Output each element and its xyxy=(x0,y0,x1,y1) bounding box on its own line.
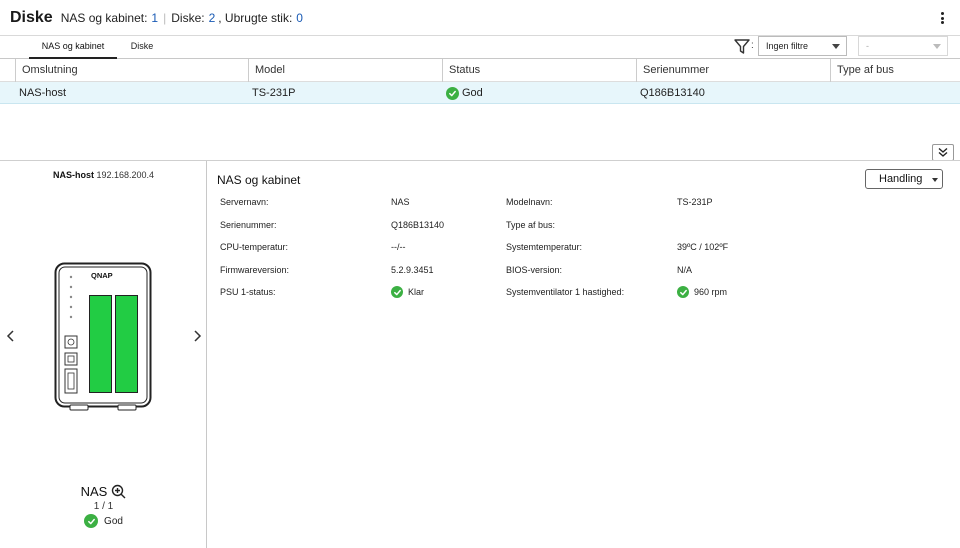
device-name: NAS xyxy=(80,484,108,499)
field-label-bus-type: Type af bus: xyxy=(506,220,556,230)
nas-count-value: 1 xyxy=(151,10,159,25)
host-name: NAS-host xyxy=(52,170,94,180)
tab-disks[interactable]: Diske xyxy=(121,36,163,59)
collapse-panel-button[interactable] xyxy=(932,144,954,161)
cell-model: TS-231P xyxy=(252,87,296,99)
cell-status-text: God xyxy=(462,87,483,99)
check-circle-icon xyxy=(677,286,689,298)
field-value-serial: Q186B13140 xyxy=(391,220,445,230)
fan-speed-text: 960 rpm xyxy=(694,287,728,297)
unused-slots-label: , Ubrugte stik: xyxy=(218,10,293,25)
check-circle-icon xyxy=(84,514,99,528)
host-label: NAS-host 192.168.200.4 xyxy=(0,170,207,180)
column-header-serial[interactable]: Serienummer xyxy=(636,59,830,82)
qnap-logo: QNAP xyxy=(91,271,113,280)
disks-count-value: 2 xyxy=(208,10,216,25)
drive-bay-1 xyxy=(89,295,112,393)
column-header-bus-type[interactable]: Type af bus xyxy=(830,59,960,82)
field-label-psu-status: PSU 1-status: xyxy=(220,287,276,297)
table-header: Omslutning Model Status Serienummer Type… xyxy=(0,59,960,82)
filter-select-value: Ingen filtre xyxy=(766,41,809,51)
zoom-in-icon[interactable] xyxy=(111,484,126,499)
chevron-left-icon[interactable] xyxy=(5,329,17,343)
field-value-psu-status: Klar xyxy=(391,286,424,298)
field-value-model-name: TS-231P xyxy=(677,197,713,207)
cell-serial: Q186B13140 xyxy=(640,87,705,99)
field-label-server-name: Servernavn: xyxy=(220,197,269,207)
field-value-firmware: 5.2.9.3451 xyxy=(391,265,434,275)
column-header-status[interactable]: Status xyxy=(442,59,636,82)
field-label-serial: Serienummer: xyxy=(220,220,277,230)
summary-counts: NAS og kabinet: 1 | Diske: 2 , Ubrugte s… xyxy=(61,11,303,25)
psu-status-text: Klar xyxy=(408,287,425,297)
device-name-row: NAS xyxy=(0,484,207,499)
field-value-fan-speed: 960 rpm xyxy=(677,286,727,298)
action-button[interactable]: Handling xyxy=(865,169,943,189)
host-ip: 192.168.200.4 xyxy=(96,170,155,180)
column-header-model[interactable]: Model xyxy=(248,59,442,82)
table-row[interactable]: NAS-host TS-231P God Q186B13140 xyxy=(0,82,960,104)
field-label-cpu-temp: CPU-temperatur: xyxy=(220,242,289,252)
filter-select[interactable]: Ingen filtre xyxy=(758,36,847,56)
field-label-system-temp: Systemtemperatur: xyxy=(506,242,583,252)
field-label-fan-speed: Systemventilator 1 hastighed: xyxy=(506,287,625,297)
cell-status: God xyxy=(442,82,483,104)
action-button-label: Handling xyxy=(879,173,923,185)
check-circle-icon xyxy=(446,86,459,100)
double-chevron-down-icon xyxy=(938,147,948,157)
check-circle-icon xyxy=(391,286,403,298)
nas-count-label: NAS og kabinet: xyxy=(60,10,148,25)
field-label-firmware: Firmwareversion: xyxy=(220,265,290,275)
field-value-cpu-temp: --/-- xyxy=(391,242,406,252)
drive-bay-2 xyxy=(115,295,138,393)
chevron-down-icon xyxy=(933,44,941,49)
secondary-filter-select[interactable]: - xyxy=(858,36,948,56)
chevron-right-icon[interactable] xyxy=(191,329,203,343)
secondary-filter-value: - xyxy=(866,41,869,51)
nas-device-image[interactable]: QNAP xyxy=(54,262,152,412)
unused-slots-value: 0 xyxy=(296,10,303,25)
page-header: Diske NAS og kabinet: 1 | Diske: 2 , Ubr… xyxy=(0,0,960,36)
tab-nas-enclosure[interactable]: NAS og kabinet xyxy=(29,36,117,59)
device-preview-panel: NAS-host 192.168.200.4 QNAP NAS 1 / 1 Go… xyxy=(0,161,207,548)
field-label-model-name: Modelnavn: xyxy=(506,197,553,207)
separator: | xyxy=(163,10,167,25)
field-value-bios: N/A xyxy=(677,265,693,275)
device-status-text: God xyxy=(104,515,123,527)
column-header-enclosure[interactable]: Omslutning xyxy=(15,59,248,82)
device-pager: 1 / 1 xyxy=(93,501,114,512)
device-status: God xyxy=(0,514,207,528)
disks-count-label: Diske: xyxy=(171,10,205,25)
field-label-bios: BIOS-version: xyxy=(506,265,563,275)
filter-colon: : xyxy=(751,40,754,51)
field-value-server-name: NAS xyxy=(391,197,410,207)
caret-down-icon xyxy=(932,178,938,182)
more-menu-icon[interactable] xyxy=(936,10,948,26)
field-value-system-temp: 39ºC / 102ºF xyxy=(677,242,729,252)
cell-bus-type xyxy=(830,82,834,104)
page-title: Diske xyxy=(10,8,53,26)
chevron-down-icon xyxy=(832,44,840,49)
cell-enclosure: NAS-host xyxy=(19,87,67,99)
filter-icon[interactable] xyxy=(733,38,751,55)
details-title: NAS og kabinet xyxy=(217,173,301,187)
